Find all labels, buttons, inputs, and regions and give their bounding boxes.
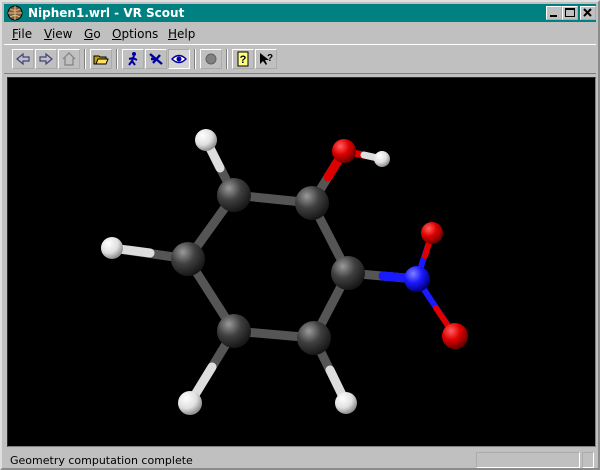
- status-bar: Geometry computation complete: [4, 450, 596, 470]
- menu-file[interactable]: File: [12, 27, 32, 41]
- size-grip[interactable]: [582, 452, 594, 468]
- menu-view[interactable]: View: [44, 27, 72, 41]
- atoms: [101, 129, 468, 415]
- vrml-3d-viewport[interactable]: [7, 77, 596, 447]
- help-button[interactable]: ?: [232, 49, 254, 69]
- title-bar[interactable]: Niphen1.wrl - VR Scout: [4, 4, 596, 22]
- menu-options[interactable]: Options: [112, 27, 158, 41]
- status-progress-panel: [476, 452, 580, 468]
- carbon-atom: [171, 242, 205, 276]
- minimize-button[interactable]: [546, 6, 562, 20]
- hydrogen-atom: [374, 151, 390, 167]
- fly-mode-button[interactable]: [145, 49, 167, 69]
- oxygen-atom: [421, 222, 443, 244]
- menu-go[interactable]: Go: [84, 27, 101, 41]
- back-button[interactable]: [12, 49, 34, 69]
- stop-icon: [205, 53, 217, 65]
- stop-button[interactable]: [200, 49, 222, 69]
- help-icon: ?: [237, 51, 249, 67]
- home-icon: [62, 52, 76, 66]
- maximize-icon: [565, 8, 575, 17]
- carbon-atom: [217, 178, 251, 212]
- carbon-atom: [295, 186, 329, 220]
- examine-mode-button[interactable]: [168, 49, 190, 69]
- close-button[interactable]: [580, 6, 596, 20]
- svg-text:?: ?: [267, 53, 273, 64]
- back-arrow-icon: [16, 52, 30, 66]
- hydrogen-atom: [335, 392, 357, 414]
- hydrogen-atom: [101, 237, 123, 259]
- svg-text:?: ?: [240, 54, 247, 66]
- open-folder-icon: [93, 55, 109, 65]
- forward-arrow-icon: [39, 52, 53, 66]
- minimize-icon: [550, 15, 557, 17]
- hydrogen-atom: [178, 391, 202, 415]
- open-button[interactable]: [90, 49, 112, 69]
- menu-bar: File View Go Options Help: [4, 24, 596, 44]
- molecule-scene[interactable]: [8, 78, 595, 446]
- oxygen-atom: [442, 323, 468, 349]
- carbon-atom: [297, 321, 331, 355]
- home-button[interactable]: [58, 49, 80, 69]
- app-globe-icon: [7, 5, 23, 21]
- hydrogen-atom: [195, 129, 217, 151]
- context-help-button[interactable]: ?: [255, 49, 277, 69]
- carbon-atom: [331, 256, 365, 290]
- walk-icon: [128, 52, 138, 66]
- carbon-atom: [217, 314, 251, 348]
- window-title: Niphen1.wrl - VR Scout: [28, 6, 185, 20]
- context-help-icon: ?: [260, 53, 273, 65]
- forward-button[interactable]: [35, 49, 57, 69]
- walk-mode-button[interactable]: [122, 49, 144, 69]
- status-message: Geometry computation complete: [10, 454, 193, 467]
- oxygen-atom: [332, 139, 356, 163]
- examine-eye-icon: [171, 54, 187, 64]
- maximize-button[interactable]: [562, 6, 578, 20]
- app-window: Niphen1.wrl - VR Scout File View Go Opti…: [0, 0, 600, 470]
- toolbar: ? ?: [4, 44, 596, 74]
- nitrogen-atom: [404, 266, 430, 292]
- close-icon: [583, 8, 592, 17]
- bonds: [107, 135, 458, 408]
- menu-help[interactable]: Help: [168, 27, 195, 41]
- fly-icon: [149, 53, 163, 65]
